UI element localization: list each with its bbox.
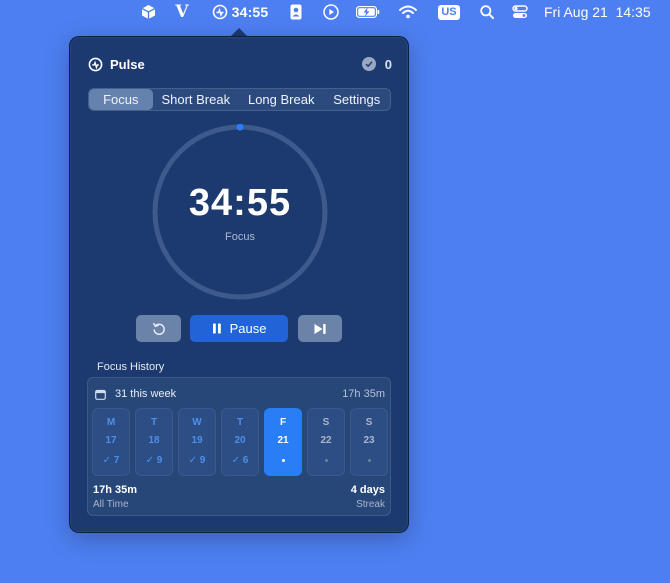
week-total: 17h 35m bbox=[342, 388, 385, 400]
focus-history-card: 31 this week 17h 35m M 17 ✓ 7 T 18 ✓ 9 W… bbox=[87, 377, 391, 516]
focus-history-title: Focus History bbox=[97, 361, 165, 373]
completed-counter: 0 bbox=[361, 56, 392, 72]
day-dot-indicator bbox=[265, 455, 301, 466]
mode-tabs: Focus Short Break Long Break Settings bbox=[88, 88, 391, 111]
search-icon[interactable] bbox=[479, 0, 495, 24]
day-cell-thu[interactable]: T 20 ✓ 6 bbox=[221, 408, 259, 476]
checkmark-icon bbox=[361, 57, 376, 71]
app-name: Pulse bbox=[110, 56, 145, 72]
day-dot-indicator bbox=[308, 455, 344, 466]
tab-long-break[interactable]: Long Break bbox=[239, 89, 323, 110]
day-cell-tue[interactable]: T 18 ✓ 9 bbox=[135, 408, 173, 476]
day-letter: T bbox=[150, 417, 158, 428]
timer-ring: 34:55 Focus bbox=[152, 123, 328, 300]
tab-short-break[interactable]: Short Break bbox=[153, 89, 239, 110]
day-date: 19 bbox=[191, 435, 203, 446]
popover-header: Pulse 0 bbox=[88, 55, 392, 73]
wifi-icon[interactable] bbox=[399, 0, 417, 24]
skip-button[interactable] bbox=[298, 315, 342, 342]
contact-card-icon[interactable] bbox=[288, 0, 304, 24]
input-source-badge: US bbox=[438, 4, 460, 20]
day-session-count: ✓ 9 bbox=[188, 455, 206, 466]
day-date: 18 bbox=[148, 435, 160, 446]
day-letter: T bbox=[236, 417, 244, 428]
completed-count: 0 bbox=[384, 56, 392, 72]
pause-label: Pause bbox=[229, 321, 267, 336]
reset-icon bbox=[152, 322, 165, 335]
day-date: 22 bbox=[320, 435, 332, 446]
all-time-stat: 17h 35m All Time bbox=[93, 484, 137, 510]
menu-bar: V 34:55 US Fri Aug 21 14:35 bbox=[0, 0, 670, 24]
timer-display: 34:55 bbox=[188, 182, 292, 224]
day-session-count: ✓ 6 bbox=[231, 455, 249, 466]
day-date: 23 bbox=[363, 435, 375, 446]
input-source-menu[interactable]: US bbox=[437, 0, 461, 24]
week-label: 31 this week bbox=[115, 388, 177, 400]
streak-stat: 4 days Streak bbox=[351, 484, 385, 510]
pulse-app-icon bbox=[88, 57, 103, 71]
pause-button[interactable]: Pause bbox=[190, 315, 288, 342]
control-center-icon[interactable] bbox=[511, 0, 529, 24]
v-icon[interactable]: V bbox=[172, 0, 192, 24]
day-cell-fri-today[interactable]: F 21 bbox=[264, 408, 302, 476]
battery-charging-icon[interactable] bbox=[355, 0, 381, 24]
timer-mode-label: Focus bbox=[225, 231, 255, 243]
day-letter: W bbox=[192, 417, 202, 428]
all-time-label: All Time bbox=[93, 499, 129, 510]
day-session-count: ✓ 7 bbox=[102, 455, 120, 466]
day-date: 21 bbox=[277, 435, 289, 446]
menubar-clock[interactable]: Fri Aug 21 14:35 bbox=[544, 0, 664, 24]
day-dot-indicator bbox=[351, 455, 387, 466]
reset-button[interactable] bbox=[136, 315, 181, 342]
week-summary: 31 this week 17h 35m bbox=[95, 387, 385, 401]
day-letter: M bbox=[106, 417, 116, 428]
all-time-value: 17h 35m bbox=[93, 484, 138, 496]
pulse-timer-icon bbox=[212, 4, 227, 20]
calendar-icon bbox=[95, 389, 106, 400]
day-letter: F bbox=[279, 417, 287, 428]
day-date: 20 bbox=[234, 435, 246, 446]
cube-icon[interactable] bbox=[139, 0, 157, 24]
streak-value: 4 days bbox=[350, 484, 385, 496]
day-cell-mon[interactable]: M 17 ✓ 7 bbox=[92, 408, 130, 476]
day-letter: S bbox=[322, 417, 330, 428]
pulse-popover: Pulse 0 Focus Short Break Long Break Set… bbox=[69, 36, 409, 533]
day-strip: M 17 ✓ 7 T 18 ✓ 9 W 19 ✓ 9 T 20 ✓ 6 F 21 bbox=[92, 408, 388, 476]
streak-label: Streak bbox=[356, 499, 385, 510]
menubar-timer: 34:55 bbox=[231, 4, 269, 20]
day-date: 17 bbox=[105, 435, 117, 446]
tab-settings[interactable]: Settings bbox=[323, 89, 390, 110]
day-cell-wed[interactable]: W 19 ✓ 9 bbox=[178, 408, 216, 476]
day-cell-sun[interactable]: S 23 bbox=[350, 408, 388, 476]
day-session-count: ✓ 9 bbox=[145, 455, 163, 466]
pause-icon bbox=[212, 323, 221, 334]
tab-focus[interactable]: Focus bbox=[89, 89, 153, 110]
progress-indicator bbox=[236, 123, 244, 131]
play-circle-icon[interactable] bbox=[322, 0, 340, 24]
day-cell-sat[interactable]: S 22 bbox=[307, 408, 345, 476]
skip-icon bbox=[314, 323, 326, 334]
day-letter: S bbox=[365, 417, 373, 428]
pulse-menubar-item[interactable]: 34:55 bbox=[209, 0, 271, 24]
